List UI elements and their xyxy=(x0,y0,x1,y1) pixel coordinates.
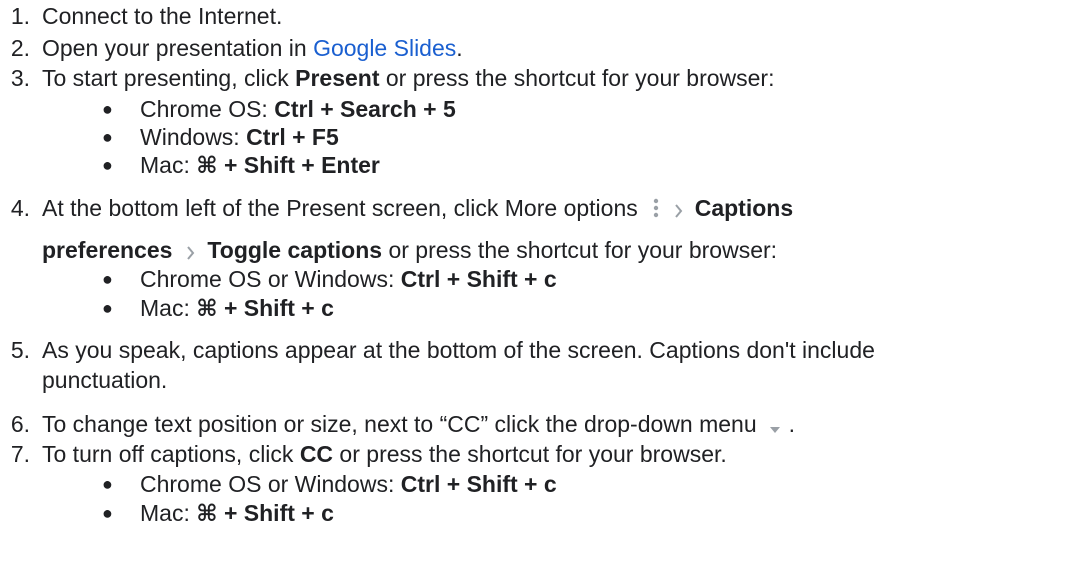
step-number: 4. xyxy=(10,195,30,221)
step-text-part: . xyxy=(456,35,463,61)
step-text-part: or press the shortcut for your browser: xyxy=(379,65,775,91)
platform-label: Mac: xyxy=(140,500,197,526)
shortcut-keys: Ctrl + Search + 5 xyxy=(274,96,456,122)
step-number: 6. xyxy=(10,411,30,437)
step-text: At the bottom left of the Present screen… xyxy=(42,194,793,224)
platform-label: Chrome OS or Windows: xyxy=(140,471,401,497)
step-text: punctuation. xyxy=(42,367,168,393)
platform-label: Mac: xyxy=(140,295,197,321)
step-text-part: To turn off captions, click xyxy=(42,441,300,467)
step-text: Open your presentation in Google Slides. xyxy=(42,34,463,62)
step-text-part: or press the shortcut for your browser. xyxy=(333,441,727,467)
google-slides-link[interactable]: Google Slides xyxy=(313,35,456,61)
chevron-right-icon xyxy=(186,238,195,266)
shortcut-keys: Ctrl + Shift + c xyxy=(400,471,557,497)
step-text: preferences Toggle captions or press the … xyxy=(42,236,777,266)
step-text-part: Open your presentation in xyxy=(42,35,314,61)
step-text: To change text position or size, next to… xyxy=(42,410,795,440)
bullet-text: Mac: ⌘ + Shift + c xyxy=(140,499,334,527)
bullet-text: Windows: Ctrl + F5 xyxy=(140,123,339,151)
shortcut-keys: ⌘ + Shift + c xyxy=(196,295,334,321)
dropdown-arrow-icon xyxy=(769,412,781,440)
shortcut-keys: Ctrl + Shift + c xyxy=(400,266,557,292)
bullet-text: Mac: ⌘ + Shift + Enter xyxy=(140,151,380,179)
step-text: To start presenting, click Present or pr… xyxy=(42,64,774,92)
step-number: 2. xyxy=(10,35,30,61)
bullet-dot: ● xyxy=(102,474,113,494)
more-vert-icon xyxy=(652,196,660,224)
bullet-text: Chrome OS or Windows: Ctrl + Shift + c xyxy=(140,470,557,498)
step-number: 5. xyxy=(10,337,30,363)
captions-label: Captions xyxy=(694,195,794,221)
shortcut-keys: ⌘ + Shift + Enter xyxy=(196,152,380,178)
step-text-part: To start presenting, click xyxy=(42,65,296,91)
bullet-dot: ● xyxy=(102,298,113,318)
shortcut-keys: ⌘ + Shift + c xyxy=(196,500,334,526)
platform-label: Chrome OS or Windows: xyxy=(140,266,401,292)
bullet-text: Chrome OS: Ctrl + Search + 5 xyxy=(140,95,456,123)
step-text: Connect to the Internet. xyxy=(42,3,283,29)
bullet-text: Mac: ⌘ + Shift + c xyxy=(140,294,334,322)
step-number: 3. xyxy=(10,65,30,91)
chevron-right-icon xyxy=(674,196,683,224)
cc-label: CC xyxy=(299,441,334,467)
bullet-dot: ● xyxy=(102,503,113,523)
step-number: 7. xyxy=(10,441,30,467)
present-label: Present xyxy=(295,65,380,91)
bullet-dot: ● xyxy=(102,155,113,175)
step-text-part: or press the shortcut for your browser: xyxy=(382,237,778,263)
platform-label: Chrome OS: xyxy=(140,96,275,122)
step-number: 1. xyxy=(10,3,30,29)
bullet-text: Chrome OS or Windows: Ctrl + Shift + c xyxy=(140,265,557,293)
platform-label: Mac: xyxy=(140,152,197,178)
step-text: As you speak, captions appear at the bot… xyxy=(42,337,875,363)
toggle-captions-label: Toggle captions xyxy=(207,237,383,263)
step-text-part: At the bottom left of the Present screen… xyxy=(42,195,638,221)
preferences-label: preferences xyxy=(42,237,173,263)
bullet-dot: ● xyxy=(102,127,113,147)
bullet-dot: ● xyxy=(102,99,113,119)
step-text-part: To change text position or size, next to… xyxy=(42,411,757,437)
bullet-dot: ● xyxy=(102,269,113,289)
shortcut-keys: Ctrl + F5 xyxy=(246,124,339,150)
step-text: To turn off captions, click CC or press … xyxy=(42,440,727,468)
platform-label: Windows: xyxy=(140,124,247,150)
step-text-part: . xyxy=(788,411,796,437)
